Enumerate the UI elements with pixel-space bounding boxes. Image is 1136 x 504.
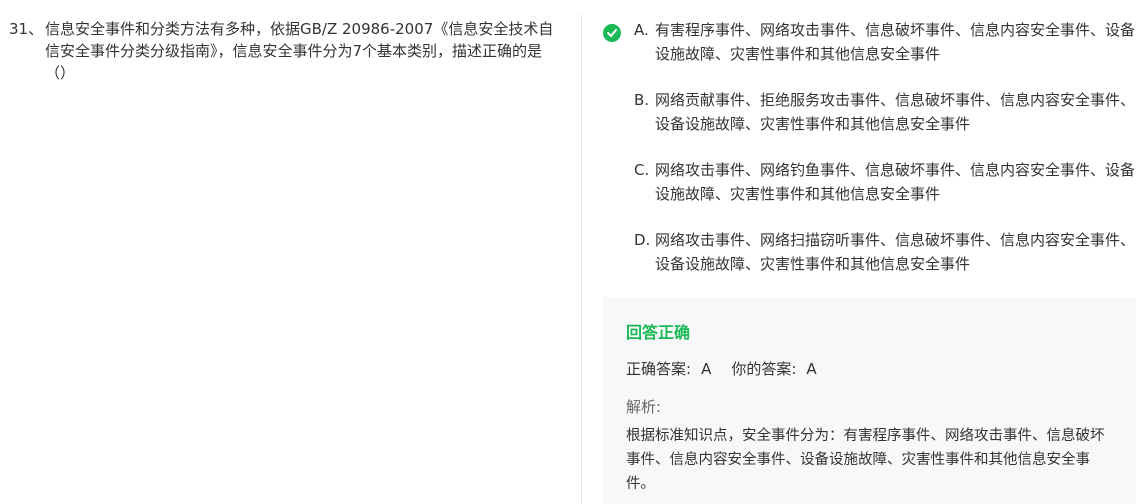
your-answer-value: A bbox=[806, 360, 817, 378]
option-a[interactable]: A. 有害程序事件、网络攻击事件、信息破坏事件、信息内容安全事件、设备设施故障、… bbox=[603, 18, 1136, 88]
result-status: 回答正确 bbox=[626, 323, 691, 342]
answer-summary: 正确答案: A 你的答案: A bbox=[626, 358, 837, 379]
option-b[interactable]: B. 网络贡献事件、拒绝服务攻击事件、信息破坏事件、信息内容安全事件、设备设施故… bbox=[603, 88, 1136, 158]
option-text: 网络攻击事件、网络扫描窃听事件、信息破坏事件、信息内容安全事件、设备设施故障、灾… bbox=[655, 231, 1136, 273]
option-c[interactable]: C. 网络攻击事件、网络钓鱼事件、信息破坏事件、信息内容安全事件、设备设施故障、… bbox=[603, 158, 1136, 228]
answer-result-panel: 回答正确 正确答案: A 你的答案: A 解析: 根据标准知识点，安全事件分为：有害程… bbox=[603, 297, 1136, 504]
option-letter: B. bbox=[634, 91, 650, 109]
option-letter: A. bbox=[634, 21, 649, 39]
question-block: 31、 信息安全事件和分类方法有多种，依据GB/Z 20986-2007《信息安… bbox=[9, 18, 554, 84]
question-text: 信息安全事件和分类方法有多种，依据GB/Z 20986-2007《信息安全技术自… bbox=[45, 20, 554, 82]
correct-answer-label: 正确答案: bbox=[626, 360, 692, 378]
check-circle-icon bbox=[603, 24, 621, 42]
your-answer-label: 你的答案: bbox=[731, 360, 797, 378]
correct-answer-value: A bbox=[701, 360, 712, 378]
question-number: 31、 bbox=[9, 20, 44, 38]
option-text: 有害程序事件、网络攻击事件、信息破坏事件、信息内容安全事件、设备设施故障、灾害性… bbox=[655, 21, 1136, 63]
option-d[interactable]: D. 网络攻击事件、网络扫描窃听事件、信息破坏事件、信息内容安全事件、设备设施故… bbox=[603, 228, 1136, 298]
option-letter: D. bbox=[634, 231, 651, 249]
explanation-label: 解析: bbox=[626, 398, 662, 416]
explanation-text: 根据标准知识点，安全事件分为：有害程序事件、网络攻击事件、信息破坏事件、信息内容… bbox=[626, 428, 1105, 492]
option-text: 网络贡献事件、拒绝服务攻击事件、信息破坏事件、信息内容安全事件、设备设施故障、灾… bbox=[655, 91, 1136, 133]
column-divider bbox=[581, 14, 582, 504]
option-text: 网络攻击事件、网络钓鱼事件、信息破坏事件、信息内容安全事件、设备设施故障、灾害性… bbox=[655, 161, 1136, 203]
options-list: A. 有害程序事件、网络攻击事件、信息破坏事件、信息内容安全事件、设备设施故障、… bbox=[603, 18, 1136, 298]
option-letter: C. bbox=[634, 161, 650, 179]
